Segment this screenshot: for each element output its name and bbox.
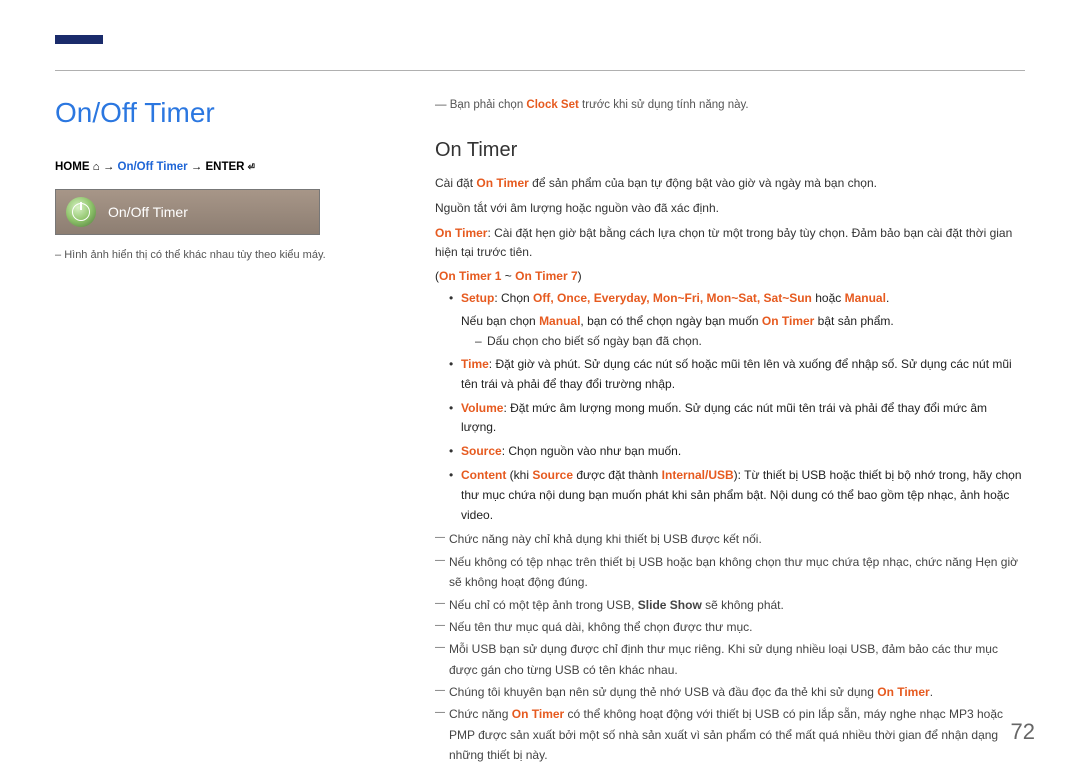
breadcrumb-arrow: → <box>191 161 206 173</box>
text: hoặc <box>812 291 845 305</box>
page-number: 72 <box>1011 719 1035 745</box>
text: ― Bạn phải chọn <box>435 99 526 111</box>
opt-content: Content (khi Source được đặt thành Inter… <box>449 466 1025 525</box>
highlight: Clock Set <box>526 99 578 111</box>
text: , bạn có thể chọn ngày bạn muốn <box>580 314 761 328</box>
breadcrumb-home: HOME <box>55 161 90 173</box>
text: : Đặt mức âm lượng mong muốn. Sử dụng cá… <box>461 401 987 435</box>
highlight: On Timer 7 <box>515 269 577 283</box>
text: . <box>930 685 933 699</box>
highlight: Source <box>461 444 502 458</box>
content-columns: On/Off Timer HOME ⌂ → On/Off Timer → ENT… <box>55 97 1025 768</box>
option-list: Setup: Chọn Off, Once, Everyday, Mon~Fri… <box>449 289 1025 525</box>
top-rule <box>55 40 1025 42</box>
highlight: On Timer 1 <box>439 269 501 283</box>
paragraph: Nguồn tắt với âm lượng hoặc nguồn vào đã… <box>435 199 1025 219</box>
right-column: ― Bạn phải chọn Clock Set trước khi sử d… <box>435 97 1025 768</box>
feature-tile: On/Off Timer <box>55 189 320 235</box>
page-title: On/Off Timer <box>55 97 395 129</box>
note-item: Nếu không có tệp nhạc trên thiết bị USB … <box>435 552 1025 593</box>
note-item: Mỗi USB bạn sử dụng được chỉ định thư mụ… <box>435 639 1025 680</box>
text: được đặt thành <box>573 468 662 482</box>
tile-label: On/Off Timer <box>108 204 188 220</box>
text: ~ <box>501 269 515 283</box>
page-root: On/Off Timer HOME ⌂ → On/Off Timer → ENT… <box>0 0 1080 768</box>
note-item: Chức năng On Timer có thể không hoạt độn… <box>435 704 1025 765</box>
accent-bar <box>55 35 103 44</box>
power-icon <box>66 197 96 227</box>
opt-setup: Setup: Chọn Off, Once, Everyday, Mon~Fri… <box>449 289 1025 351</box>
left-column: On/Off Timer HOME ⌂ → On/Off Timer → ENT… <box>55 97 395 768</box>
paragraph: On Timer: Cài đặt hẹn giờ bật bằng cách … <box>435 224 1025 264</box>
note-item: Chức năng này chỉ khả dụng khi thiết bị … <box>435 529 1025 549</box>
breadcrumb: HOME ⌂ → On/Off Timer → ENTER ⏎ <box>55 159 395 174</box>
highlight: Off, Once, Everyday, Mon~Fri, Mon~Sat, S… <box>533 291 812 305</box>
section-heading: On Timer <box>435 139 1025 162</box>
note-text: Hình ảnh hiển thị có thể khác nhau tùy t… <box>64 249 326 261</box>
breadcrumb-enter: ENTER <box>206 161 245 173</box>
paragraph: Cài đặt On Timer để sản phẩm của bạn tự … <box>435 174 1025 194</box>
text: Chúng tôi khuyên bạn nên sử dụng thẻ nhớ… <box>449 685 877 699</box>
enter-icon: ⏎ <box>248 159 255 174</box>
note-dash: – <box>55 249 64 261</box>
horizontal-rule <box>55 70 1025 71</box>
note-item: Nếu tên thư mục quá dài, không thể chọn … <box>435 617 1025 637</box>
highlight: On Timer <box>435 226 487 240</box>
text: Chức năng <box>449 707 512 721</box>
text: trước khi sử dụng tính năng này. <box>579 99 749 111</box>
notes-list: Chức năng này chỉ khả dụng khi thiết bị … <box>435 529 1025 765</box>
highlight: Volume <box>461 401 503 415</box>
bold: Slide Show <box>638 598 702 612</box>
highlight: Time <box>461 357 489 371</box>
highlight: Content <box>461 468 506 482</box>
highlight: On Timer <box>877 685 929 699</box>
breadcrumb-path: On/Off Timer <box>118 161 188 173</box>
text: Nếu chỉ có một tệp ảnh trong USB, <box>449 598 638 612</box>
highlight: On Timer <box>762 314 814 328</box>
opt-volume: Volume: Đặt mức âm lượng mong muốn. Sử d… <box>449 399 1025 439</box>
opt-time: Time: Đặt giờ và phút. Sử dụng các nút s… <box>449 355 1025 395</box>
highlight: Source <box>532 468 573 482</box>
note-item: Nếu chỉ có một tệp ảnh trong USB, Slide … <box>435 595 1025 615</box>
highlight: Manual <box>539 314 580 328</box>
text: để sản phẩm của bạn tự động bật vào giờ … <box>529 176 877 190</box>
highlight: Manual <box>845 291 886 305</box>
sub-line: Nếu bạn chọn Manual, bạn có thể chọn ngà… <box>461 312 1025 332</box>
highlight: On Timer <box>476 176 528 190</box>
text: Nếu bạn chọn <box>461 314 539 328</box>
text: : Chọn <box>494 291 533 305</box>
highlight: On Timer <box>512 707 564 721</box>
timer-range: (On Timer 1 ~ On Timer 7) <box>435 269 1025 283</box>
home-icon: ⌂ <box>93 161 100 174</box>
text: (khi <box>506 468 532 482</box>
left-footnote: – Hình ảnh hiển thị có thể khác nhau tùy… <box>55 249 395 261</box>
prelude-note: ― Bạn phải chọn Clock Set trước khi sử d… <box>435 99 1025 111</box>
highlight: Internal/USB <box>662 468 734 482</box>
text: : Đặt giờ và phút. Sử dụng các nút số ho… <box>461 357 1012 391</box>
breadcrumb-arrow: → <box>103 161 118 173</box>
text: bật sản phẩm. <box>814 314 893 328</box>
note-item: Chúng tôi khuyên bạn nên sử dụng thẻ nhớ… <box>435 682 1025 702</box>
text: : Cài đặt hẹn giờ bật bằng cách lựa chọn… <box>435 226 1012 260</box>
highlight: Setup <box>461 291 494 305</box>
opt-source: Source: Chọn nguồn vào như bạn muốn. <box>449 442 1025 462</box>
text: sẽ không phát. <box>702 598 784 612</box>
text: : Chọn nguồn vào như bạn muốn. <box>502 444 682 458</box>
text: Cài đặt <box>435 176 476 190</box>
sub-note: Dấu chọn cho biết số ngày bạn đã chọn. <box>475 332 1025 351</box>
